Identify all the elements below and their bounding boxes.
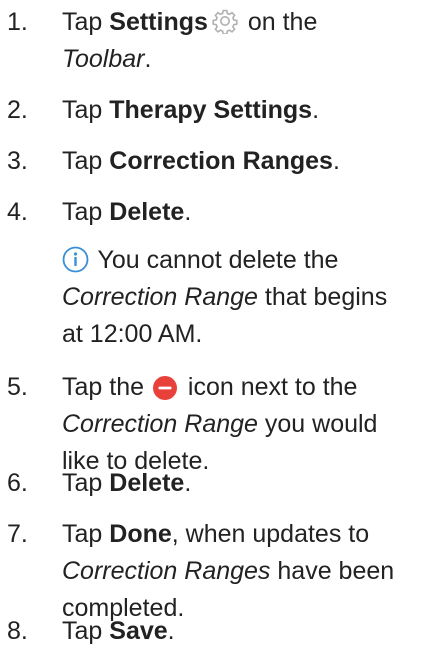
- step-text: on the: [240, 8, 318, 36]
- info-icon: [62, 246, 89, 273]
- gear-icon: [212, 8, 238, 36]
- settings-label: Settings: [109, 8, 208, 36]
- step-number: 3.: [7, 147, 28, 175]
- note-text: at 12:00 AM.: [62, 320, 203, 348]
- delete-label: Delete: [109, 469, 185, 497]
- correction-range-label: Correction Range: [62, 410, 258, 438]
- step-number: 1.: [7, 8, 28, 36]
- step-text: Tap: [62, 8, 110, 36]
- step-number: 2.: [7, 96, 28, 124]
- save-label: Save: [109, 617, 168, 645]
- delete-label: Delete: [109, 198, 185, 226]
- toolbar-label: Toolbar: [62, 45, 145, 73]
- note-text: You cannot delete the: [91, 246, 339, 274]
- minus-circle-icon: [152, 374, 177, 401]
- correction-range-label: Correction Range: [62, 283, 258, 311]
- step-number: 7.: [7, 520, 28, 548]
- step-number: 5.: [7, 373, 28, 401]
- correction-ranges-label: Correction Ranges: [62, 557, 271, 585]
- step-number: 4.: [7, 198, 28, 226]
- step-number: 8.: [7, 617, 28, 645]
- done-label: Done: [109, 520, 172, 548]
- step-number: 6.: [7, 469, 28, 497]
- correction-ranges-label: Correction Ranges: [109, 147, 333, 175]
- therapy-settings-label: Therapy Settings: [109, 96, 313, 124]
